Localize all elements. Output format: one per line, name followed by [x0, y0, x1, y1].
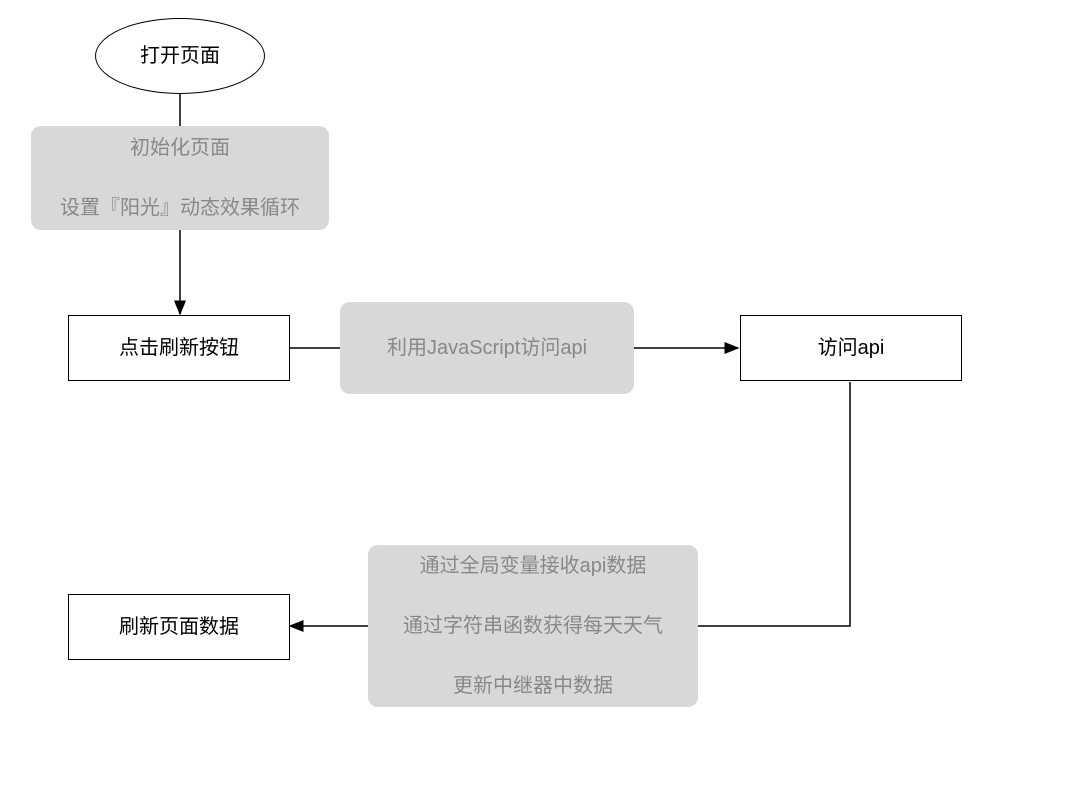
click-refresh-node: 点击刷新按钮	[68, 315, 290, 381]
click-refresh-label: 点击刷新按钮	[119, 333, 239, 363]
process-line1: 通过全局变量接收api数据	[403, 551, 663, 581]
use-js-annotation: 利用JavaScript访问api	[340, 302, 634, 394]
process-line2: 通过字符串函数获得每天天气	[403, 611, 663, 641]
access-api-label: 访问api	[818, 333, 885, 363]
refresh-data-node: 刷新页面数据	[68, 594, 290, 660]
init-line1: 初始化页面	[60, 133, 300, 163]
flowchart-canvas: 打开页面 初始化页面 设置『阳光』动态效果循环 点击刷新按钮 利用JavaScr…	[0, 0, 1092, 802]
init-line2: 设置『阳光』动态效果循环	[60, 193, 300, 223]
process-line3: 更新中继器中数据	[403, 671, 663, 701]
start-node: 打开页面	[95, 18, 265, 94]
init-annotation: 初始化页面 设置『阳光』动态效果循环	[31, 126, 329, 230]
use-js-label: 利用JavaScript访问api	[387, 333, 587, 363]
access-api-node: 访问api	[740, 315, 962, 381]
refresh-data-label: 刷新页面数据	[119, 612, 239, 642]
start-label: 打开页面	[140, 41, 220, 71]
process-annotation: 通过全局变量接收api数据 通过字符串函数获得每天天气 更新中继器中数据	[368, 545, 698, 707]
